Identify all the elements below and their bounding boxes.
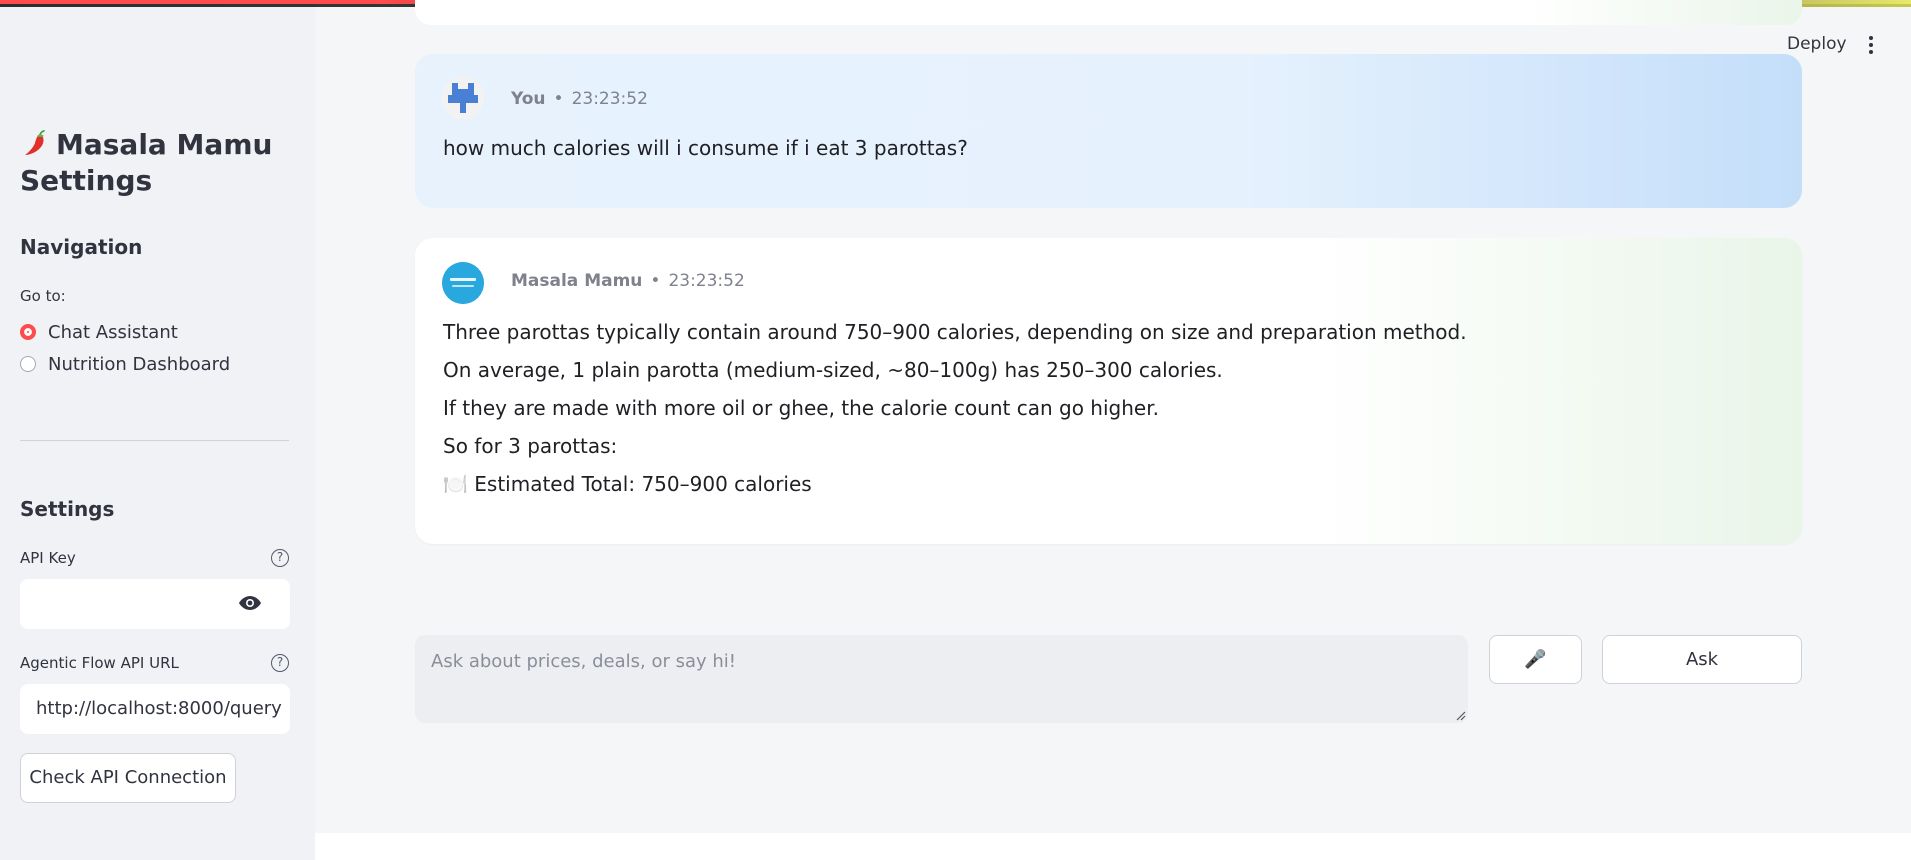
radio-unselected-icon xyxy=(20,356,36,372)
api-key-field[interactable] xyxy=(20,579,290,629)
api-key-label: API Key xyxy=(20,549,76,567)
assistant-logo-icon xyxy=(442,262,484,304)
resize-grip-icon[interactable] xyxy=(1456,711,1466,721)
sender-name: Masala Mamu xyxy=(511,271,643,291)
message-text-line: Three parottas typically contain around … xyxy=(443,320,1467,344)
sidebar-divider xyxy=(20,440,289,441)
message-time: 23:23:52 xyxy=(571,89,648,109)
microphone-button[interactable]: 🎤 xyxy=(1489,635,1582,684)
previous-message-card xyxy=(415,0,1802,25)
sidebar: Masala Mamu Settings Navigation Go to: C… xyxy=(0,7,315,860)
sidebar-title-line2: Settings xyxy=(20,164,153,197)
user-avatar-icon xyxy=(442,77,484,119)
api-url-label: Agentic Flow API URL xyxy=(20,654,179,672)
show-password-eye-icon[interactable] xyxy=(238,595,262,611)
ask-button[interactable]: Ask xyxy=(1602,635,1802,684)
message-meta: Masala Mamu • 23:23:52 xyxy=(511,271,745,291)
message-text-line: 🍽️ Estimated Total: 750–900 calories xyxy=(443,472,812,496)
chili-pepper-icon xyxy=(25,130,45,155)
message-time: 23:23:52 xyxy=(668,271,745,291)
user-avatar xyxy=(442,77,484,119)
sidebar-title-line1: Masala Mamu xyxy=(56,128,273,161)
check-api-connection-button[interactable]: Check API Connection xyxy=(20,753,236,803)
goto-label: Go to: xyxy=(20,287,66,305)
nav-option-chat-assistant[interactable]: Chat Assistant xyxy=(20,320,178,344)
chat-message-user: You • 23:23:52 how much calories will i co… xyxy=(415,54,1802,208)
nav-option-nutrition-dashboard[interactable]: Nutrition Dashboard xyxy=(20,352,230,376)
chat-input-container xyxy=(415,635,1468,723)
message-text-line: So for 3 parottas: xyxy=(443,434,618,458)
bottom-area xyxy=(315,833,1911,860)
nav-option-label: Nutrition Dashboard xyxy=(48,353,231,375)
sender-name: You xyxy=(511,89,546,109)
deploy-button[interactable]: Deploy xyxy=(1787,34,1847,54)
radio-selected-icon xyxy=(20,324,36,340)
navigation-heading: Navigation xyxy=(20,235,143,259)
chat-message-assistant: Masala Mamu • 23:23:52 Three parottas typi… xyxy=(415,238,1802,544)
api-url-value: http://localhost:8000/query xyxy=(36,698,282,719)
message-text-line: On average, 1 plain parotta (medium-size… xyxy=(443,358,1223,382)
assistant-avatar xyxy=(442,262,484,304)
settings-heading: Settings xyxy=(20,497,115,521)
message-text-line: If they are made with more oil or ghee, … xyxy=(443,396,1159,420)
chat-input[interactable] xyxy=(415,635,1468,723)
api-url-help-icon[interactable]: ? xyxy=(271,654,289,672)
api-url-field[interactable]: http://localhost:8000/query xyxy=(20,684,290,734)
message-text: how much calories will i consume if i ea… xyxy=(443,136,968,160)
microphone-icon: 🎤 xyxy=(1524,649,1547,670)
nav-option-label: Chat Assistant xyxy=(48,321,178,343)
message-meta: You • 23:23:52 xyxy=(511,89,648,109)
api-key-help-icon[interactable]: ? xyxy=(271,549,289,567)
main-menu-kebab-icon[interactable] xyxy=(1868,36,1874,54)
sidebar-title: Masala Mamu Settings xyxy=(20,127,300,199)
